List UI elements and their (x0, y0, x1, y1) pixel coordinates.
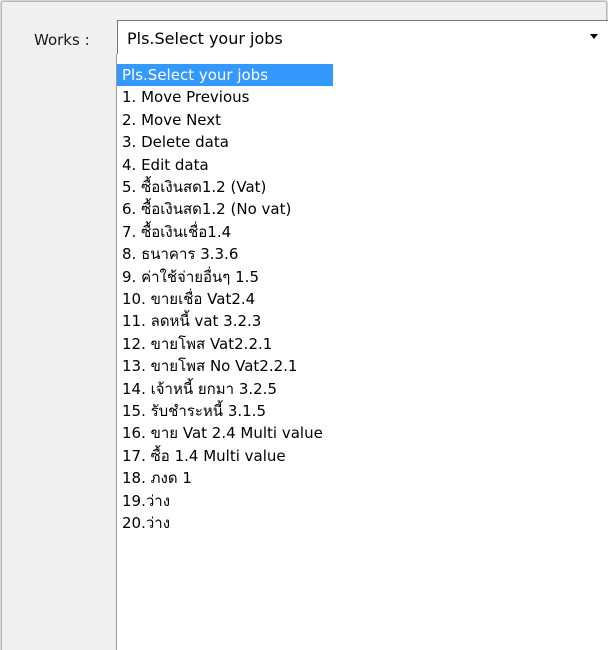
dropdown-option[interactable]: 19.ว่าง (117, 490, 608, 512)
dropdown-option[interactable]: 17. ซื้อ 1.4 Multi value (117, 445, 608, 467)
dropdown-option[interactable]: 15. รับชำระหนี้ 3.1.5 (117, 400, 608, 422)
dropdown-option[interactable]: 5. ซื้อเงินสด1.2 (Vat) (117, 176, 608, 198)
dropdown-option[interactable]: 10. ขายเชื่อ Vat2.4 (117, 288, 608, 310)
dropdown-option[interactable]: 16. ขาย Vat 2.4 Multi value (117, 422, 608, 444)
dropdown-option[interactable]: 9. ค่าใช้จ่ายอื่นๆ 1.5 (117, 266, 608, 288)
dropdown-option[interactable]: 11. ลดหนี้ vat 3.2.3 (117, 310, 608, 332)
dropdown-option[interactable]: 18. ภงด 1 (117, 467, 608, 489)
dropdown-option-selected[interactable]: Pls.Select your jobs (117, 64, 333, 86)
dropdown-option[interactable]: 4. Edit data (117, 154, 608, 176)
dropdown-option[interactable]: 3. Delete data (117, 131, 608, 153)
dropdown-option[interactable]: 6. ซื้อเงินสด1.2 (No vat) (117, 198, 608, 220)
works-combobox[interactable]: Pls.Select your jobs (117, 20, 608, 56)
dropdown-option[interactable]: 14. เจ้าหนี้ ยกมา 3.2.5 (117, 378, 608, 400)
dropdown-option[interactable]: 12. ขายโพส Vat2.2.1 (117, 333, 608, 355)
works-label: Works : (34, 31, 90, 49)
dropdown-option[interactable]: 20.ว่าง (117, 512, 608, 534)
dropdown-option[interactable]: 7. ซื้อเงินเชื่อ1.4 (117, 221, 608, 243)
dropdown-option[interactable]: 13. ขายโพส No Vat2.2.1 (117, 355, 608, 377)
dropdown-option[interactable]: 8. ธนาคาร 3.3.6 (117, 243, 608, 265)
dropdown-option[interactable]: 1. Move Previous (117, 86, 608, 108)
chevron-down-icon[interactable] (590, 34, 598, 39)
dropdown-option[interactable]: 2. Move Next (117, 109, 608, 131)
works-dropdown-list[interactable]: Pls.Select your jobs 1. Move Previous 2. M… (116, 54, 608, 650)
combobox-selected-value: Pls.Select your jobs (127, 29, 283, 48)
